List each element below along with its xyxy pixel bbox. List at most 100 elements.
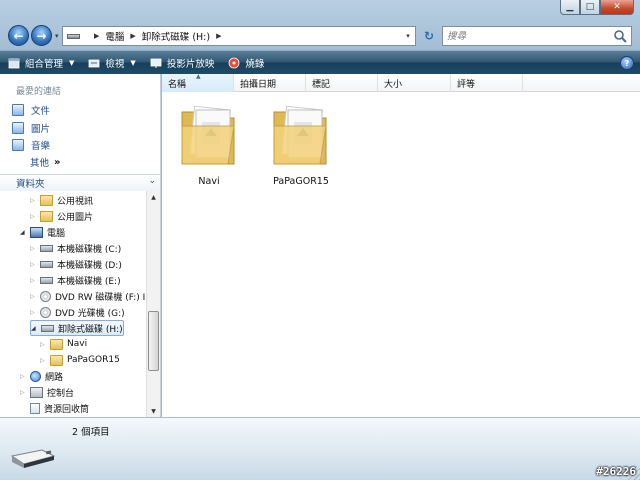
tree-node[interactable]: ▷ 公用視訊: [30, 192, 93, 208]
dropdown-arrow-icon: ▼: [130, 58, 136, 67]
folders-header[interactable]: 資料夾 ⌄: [0, 174, 160, 191]
tree-node[interactable]: ▷ DVD 光碟機 (G:): [30, 304, 125, 320]
burn-button[interactable]: 燒錄: [228, 56, 264, 70]
favorite-links-more[interactable]: 其他 »: [30, 155, 60, 170]
tree-node[interactable]: ▷ 本機磁碟機 (D:): [30, 256, 122, 272]
breadcrumb-separator-icon[interactable]: ▶: [94, 32, 99, 40]
maximize-button[interactable]: □: [580, 0, 600, 15]
tree-node[interactable]: ▷ 本機磁碟機 (E:): [30, 272, 121, 288]
recycle-bin-icon: [30, 402, 40, 414]
more-label: 其他: [30, 158, 50, 169]
file-list-pane[interactable]: ▲ 名稱 拍攝日期 標記 大小 評等 Navi PaPaGOR15: [162, 73, 640, 417]
folder-item-papagor15[interactable]: PaPaGOR15: [258, 96, 344, 196]
expand-triangle-icon[interactable]: ▷: [20, 373, 28, 380]
column-header-rating[interactable]: 評等: [451, 74, 523, 92]
favorite-link-documents[interactable]: 文件: [12, 103, 50, 117]
address-dropdown-button[interactable]: ▾: [401, 27, 415, 45]
favorite-links-title: 最愛的連結: [16, 87, 62, 97]
burn-label: 燒錄: [245, 58, 265, 70]
expand-triangle-icon[interactable]: ▷: [30, 277, 38, 284]
minimize-button[interactable]: ▁: [560, 0, 580, 15]
recent-pages-dropdown[interactable]: ▾: [55, 32, 59, 40]
breadcrumb-computer[interactable]: 電腦: [105, 29, 124, 43]
breadcrumb-removable-drive[interactable]: 卸除式磁碟 (H:): [142, 29, 210, 43]
expand-triangle-icon[interactable]: ▷: [30, 213, 38, 220]
details-pane: 2 個項目 #26226: [0, 417, 640, 480]
breadcrumb-separator-icon[interactable]: ▶: [216, 32, 221, 40]
tree-node-label: 公用圖片: [57, 212, 94, 223]
help-button[interactable]: ?: [620, 56, 634, 70]
column-header-name[interactable]: ▲ 名稱: [162, 73, 234, 92]
search-input[interactable]: [447, 30, 607, 42]
organize-label: 組合管理: [25, 58, 64, 70]
tree-node-label: 本機磁碟機 (C:): [57, 244, 122, 255]
collapse-triangle-icon[interactable]: ◢: [20, 229, 28, 236]
tree-node-label: 控制台: [47, 388, 75, 399]
explorer-window: ▁ □ ✕ ← → ▾ ▶ 電腦 ▶ 卸除式磁碟 (H:) ▶ ▾ ↻ 搜尋 組…: [0, 0, 640, 480]
dvd-rw-drive-icon: [40, 290, 51, 302]
windows-drive-icon: [40, 244, 53, 252]
expand-triangle-icon[interactable]: ▷: [40, 341, 48, 348]
tree-node[interactable]: ▷ DVD RW 磁碟機 (F:) I: [30, 288, 145, 304]
tree-node[interactable]: ▷ 公用圖片: [30, 208, 93, 224]
column-header-size[interactable]: 大小: [378, 74, 451, 92]
tree-node[interactable]: ▷ 控制台: [20, 384, 74, 400]
favorite-link-pictures[interactable]: 圖片: [12, 121, 50, 135]
navigation-pane: 最愛的連結 文件 圖片 音樂 其他 » 資料夾 ⌄ ▷ 公用視訊 ▷ 公用圖片 ◢ 電腦 ▷…: [0, 74, 161, 417]
public-pictures-folder-icon: [40, 210, 53, 222]
favorite-link-label: 音樂: [31, 141, 51, 152]
column-header-date-taken[interactable]: 拍攝日期: [234, 74, 306, 92]
slideshow-label: 投影片放映: [166, 58, 215, 70]
expand-triangle-icon[interactable]: ▷: [30, 293, 38, 300]
search-icon[interactable]: [613, 29, 627, 43]
refresh-button[interactable]: ↻: [420, 27, 438, 45]
scroll-up-button[interactable]: ▲: [147, 191, 160, 203]
organize-button[interactable]: 組合管理 ▼: [8, 56, 74, 70]
folder-item-label: Navi: [198, 176, 220, 187]
close-button[interactable]: ✕: [600, 0, 634, 15]
back-button[interactable]: ←: [8, 25, 29, 46]
expand-triangle-icon[interactable]: ▷: [30, 309, 38, 316]
scroll-thumb[interactable]: [148, 311, 159, 371]
tree-node[interactable]: ▷ Navi: [40, 336, 87, 352]
views-button[interactable]: 檢視 ▼: [88, 56, 136, 70]
tree-node-label: 本機磁碟機 (E:): [57, 276, 121, 287]
column-header-row: ▲ 名稱 拍攝日期 標記 大小 評等: [162, 73, 640, 92]
expand-triangle-icon[interactable]: ▷: [30, 197, 38, 204]
column-header-tags[interactable]: 標記: [306, 74, 378, 92]
expand-triangle-icon[interactable]: ▷: [20, 389, 28, 396]
folder-item-navi[interactable]: Navi: [166, 96, 252, 196]
address-row: ← → ▾ ▶ 電腦 ▶ 卸除式磁碟 (H:) ▶ ▾ ↻: [0, 22, 640, 50]
title-bar[interactable]: ▁ □ ✕: [0, 0, 640, 22]
hard-drive-icon: [40, 276, 53, 284]
favorite-link-music[interactable]: 音樂: [12, 138, 50, 152]
collapse-chevron-icon[interactable]: ⌄: [148, 176, 156, 186]
tree-node[interactable]: ◢ 卸除式磁碟 (H:): [30, 320, 124, 336]
views-icon: [88, 57, 100, 69]
tree-node[interactable]: ▷ PaPaGOR15: [40, 352, 120, 368]
breadcrumb-separator-icon[interactable]: ▶: [130, 32, 135, 40]
favorite-link-label: 圖片: [31, 124, 51, 135]
scroll-down-button[interactable]: ▼: [147, 405, 160, 417]
tree-node[interactable]: ◢ 電腦: [20, 224, 65, 240]
slideshow-button[interactable]: 投影片放映: [150, 56, 215, 70]
expand-triangle-icon[interactable]: ▷: [30, 261, 38, 268]
column-header-label: 評等: [457, 79, 476, 90]
column-header-label: 名稱: [168, 79, 187, 90]
expand-triangle-icon[interactable]: ▷: [30, 245, 38, 252]
folder-tree-scrollbar[interactable]: ▲ ▼: [146, 191, 160, 417]
tree-node[interactable]: 資源回收筒: [20, 400, 89, 416]
collapse-triangle-icon[interactable]: ◢: [31, 325, 39, 332]
forward-button[interactable]: →: [31, 25, 52, 46]
search-box[interactable]: [442, 26, 632, 46]
dvd-drive-icon: [40, 306, 51, 318]
address-bar[interactable]: ▶ 電腦 ▶ 卸除式磁碟 (H:) ▶ ▾: [62, 26, 416, 46]
tree-node-label: 網路: [45, 372, 64, 383]
command-toolbar: 組合管理 ▼ 檢視 ▼ 投影片放映 燒錄 ?: [0, 50, 640, 74]
burn-disc-icon: [228, 57, 240, 69]
expand-triangle-icon[interactable]: ▷: [40, 357, 48, 364]
item-count: 2 個項目: [72, 427, 110, 438]
documents-icon: [12, 104, 24, 116]
tree-node[interactable]: ▷ 本機磁碟機 (C:): [30, 240, 121, 256]
tree-node[interactable]: ▷ 網路: [20, 368, 63, 384]
